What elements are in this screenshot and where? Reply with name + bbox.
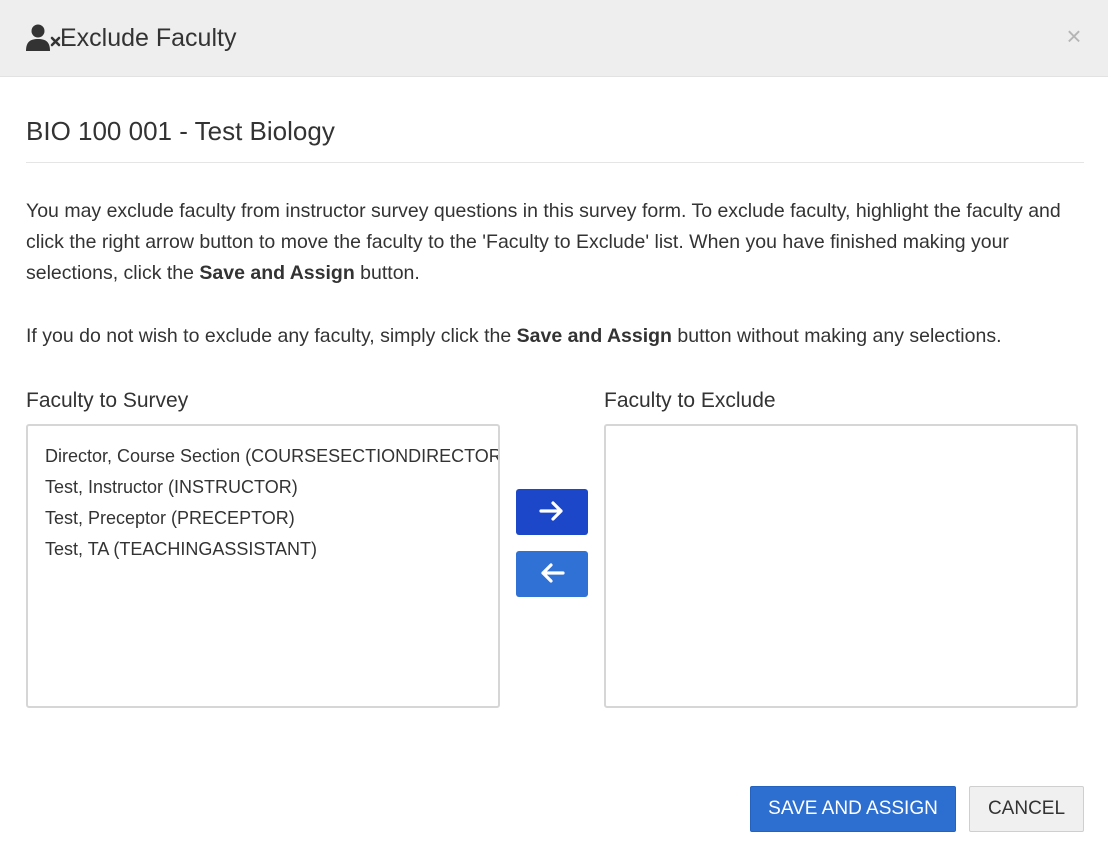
faculty-to-survey-label: Faculty to Survey	[26, 389, 189, 412]
list-item[interactable]: Test, TA (TEACHINGASSISTANT)	[45, 534, 498, 565]
move-right-button[interactable]	[516, 489, 588, 535]
instructions-text: button without making any selections.	[671, 325, 1002, 347]
faculty-to-exclude-listbox[interactable]	[604, 424, 1078, 708]
course-title: BIO 100 001 - Test Biology	[26, 116, 335, 146]
list-item[interactable]: Director, Course Section (COURSESECTIOND…	[45, 441, 498, 472]
list-item[interactable]: Test, Preceptor (PRECEPTOR)	[45, 503, 498, 534]
list-item[interactable]: Test, Instructor (INSTRUCTOR)	[45, 472, 498, 503]
close-button[interactable]: ×	[1060, 22, 1088, 50]
instructions-text: You may exclude faculty from instructor …	[26, 200, 1061, 284]
instructions-paragraph: You may exclude faculty from instructor …	[26, 196, 1086, 289]
user-times-icon	[26, 24, 62, 52]
modal-title: Exclude Faculty	[60, 24, 237, 52]
faculty-to-survey-listbox[interactable]: Director, Course Section (COURSESECTIOND…	[26, 424, 500, 708]
move-left-button[interactable]	[516, 551, 588, 597]
instructions-text: If you do not wish to exclude any facult…	[26, 325, 517, 347]
exclude-faculty-modal: Exclude Faculty × BIO 100 001 - Test Bio…	[0, 0, 1108, 852]
divider	[26, 162, 1084, 163]
instructions-paragraph-2: If you do not wish to exclude any facult…	[26, 321, 1096, 352]
instructions-bold: Save and Assign	[199, 262, 355, 284]
modal-header: Exclude Faculty ×	[0, 0, 1108, 77]
arrow-left-icon	[539, 562, 565, 587]
faculty-to-exclude-label: Faculty to Exclude	[604, 389, 776, 412]
arrow-right-icon	[539, 500, 565, 525]
cancel-button[interactable]: CANCEL	[969, 786, 1084, 832]
instructions-text: button.	[354, 262, 420, 284]
instructions-bold: Save and Assign	[516, 325, 672, 347]
save-and-assign-button[interactable]: SAVE AND ASSIGN	[750, 786, 956, 832]
